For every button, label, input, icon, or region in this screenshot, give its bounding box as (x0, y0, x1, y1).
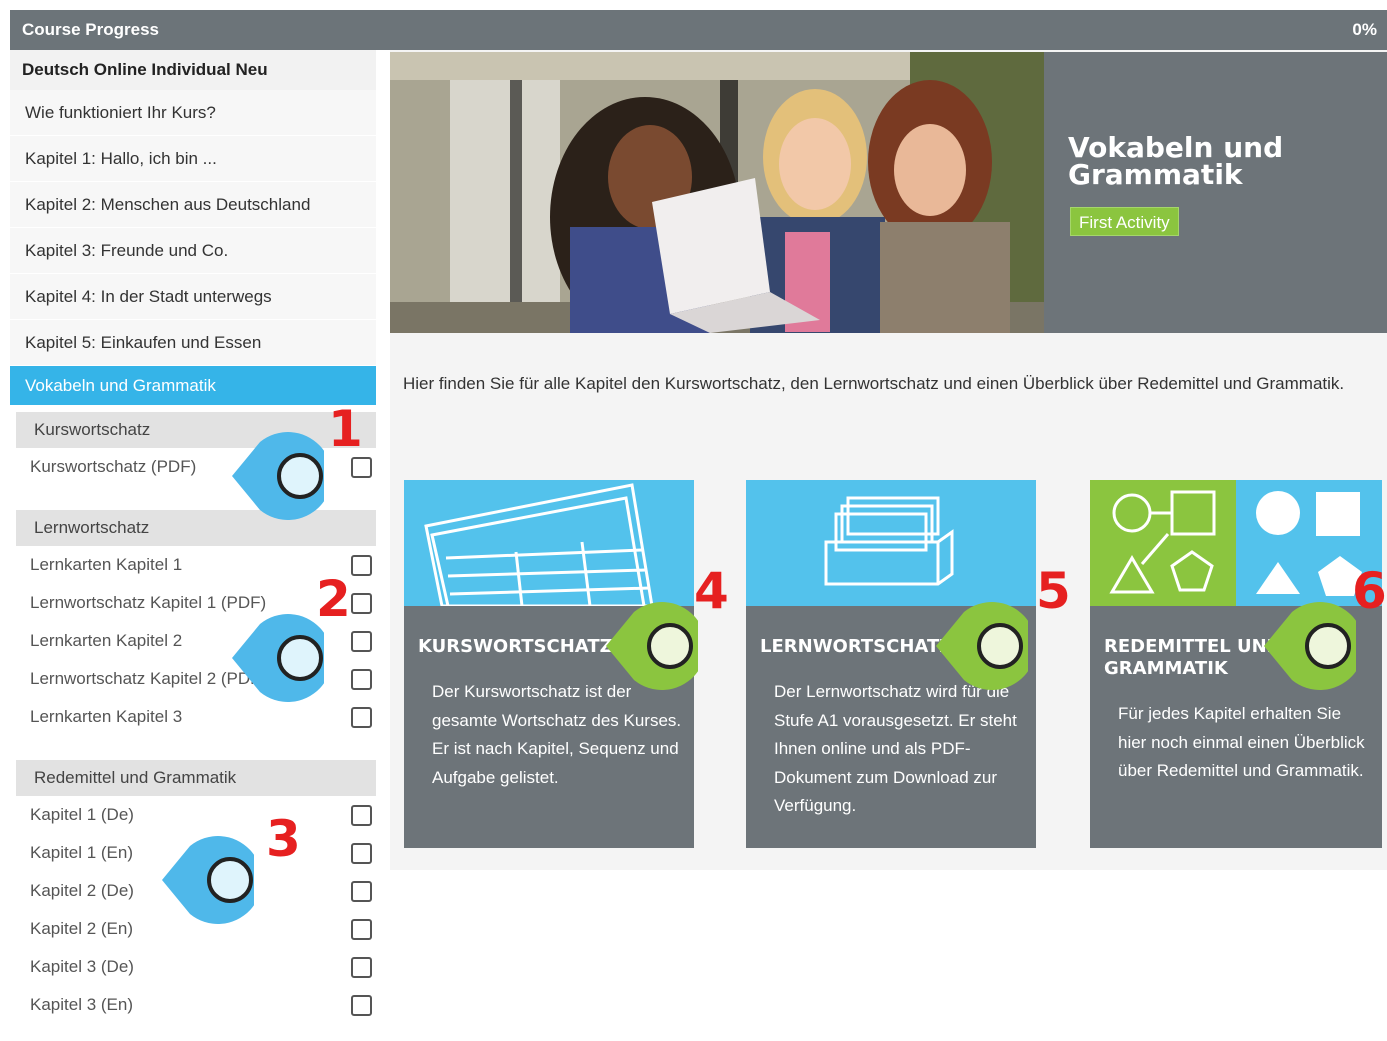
annotation-number: 3 (266, 810, 301, 868)
green-marker-icon (606, 602, 698, 690)
checkbox[interactable] (351, 707, 372, 728)
blue-marker-icon (162, 836, 254, 924)
green-marker-icon (936, 602, 1028, 690)
blue-marker-icon (232, 432, 324, 520)
list-item-label: Kapitel 2 (De) (30, 881, 134, 900)
checkbox[interactable] (351, 843, 372, 864)
sidebar-item-kapitel-2[interactable]: Kapitel 2: Menschen aus Deutschland (10, 182, 376, 228)
list-item[interactable]: Kapitel 1 (De) (10, 796, 376, 834)
card-title: KURSWORTSCHATZ (418, 636, 613, 657)
checkbox[interactable] (351, 593, 372, 614)
blue-marker-icon (232, 614, 324, 702)
sidebar-item-wie-funktioniert[interactable]: Wie funktioniert Ihr Kurs? (10, 90, 376, 136)
first-activity-button[interactable]: First Activity (1070, 207, 1179, 236)
checkbox[interactable] (351, 919, 372, 940)
students-photo (390, 52, 1044, 333)
list-item-label: Lernkarten Kapitel 2 (30, 631, 183, 650)
annotation-number: 1 (328, 400, 363, 458)
checkbox[interactable] (351, 669, 372, 690)
progress-percent: 0% (1352, 20, 1377, 39)
list-item-label: Lernwortschatz Kapitel 2 (PDF) (30, 669, 267, 688)
hero-panel: Vokabeln und Grammatik First Activity (1044, 52, 1387, 333)
list-item-label: Lernkarten Kapitel 3 (30, 707, 183, 726)
checkbox[interactable] (351, 457, 372, 478)
list-item-label: Kapitel 3 (De) (30, 957, 134, 976)
checkbox[interactable] (351, 957, 372, 978)
checkbox[interactable] (351, 631, 372, 652)
checkbox[interactable] (351, 881, 372, 902)
course-progress-bar: Course Progress 0% (10, 10, 1387, 50)
shapes-icon (1090, 480, 1362, 606)
list-item-label: Kurswortschatz (PDF) (30, 457, 197, 476)
annotation-number: 4 (694, 562, 729, 620)
annotation-number: 2 (316, 570, 351, 628)
sidebar-item-kapitel-4[interactable]: Kapitel 4: In der Stadt unterwegs (10, 274, 376, 320)
card-title: LERNWORTSCHATZ (760, 636, 953, 657)
list-item-label: Kapitel 1 (En) (30, 843, 133, 862)
card-box-icon (824, 496, 954, 586)
list-item-label: Lernkarten Kapitel 1 (30, 555, 183, 574)
card-image (1090, 480, 1382, 606)
checkbox[interactable] (351, 995, 372, 1016)
list-item-label: Kapitel 2 (En) (30, 919, 133, 938)
checkbox[interactable] (351, 555, 372, 576)
checkbox[interactable] (351, 805, 372, 826)
list-item[interactable]: Kapitel 3 (De) (10, 948, 376, 986)
document-icon (424, 483, 654, 606)
card-image (746, 480, 1036, 606)
annotation-number: 5 (1036, 562, 1071, 620)
progress-title: Course Progress (22, 20, 159, 39)
annotation-number: 6 (1352, 562, 1387, 620)
sidebar-item-kapitel-3[interactable]: Kapitel 3: Freunde und Co. (10, 228, 376, 274)
main-content: Vokabeln und Grammatik First Activity Hi… (390, 50, 1387, 870)
sidebar-item-kapitel-1[interactable]: Kapitel 1: Hallo, ich bin ... (10, 136, 376, 182)
sidebar-item-kapitel-5[interactable]: Kapitel 5: Einkaufen und Essen (10, 320, 376, 366)
hero-title: Vokabeln und Grammatik (1068, 131, 1284, 191)
list-item[interactable]: Kapitel 3 (En) (10, 986, 376, 1024)
course-title[interactable]: Deutsch Online Individual Neu (10, 50, 376, 90)
card-text: Der Lernwortschatz wird für die Stufe A1… (774, 682, 1017, 815)
card-image (404, 480, 694, 606)
section-redemittel-grammatik: Redemittel und Grammatik (16, 760, 376, 796)
green-marker-icon (1264, 602, 1356, 690)
sidebar-item-vokabeln-grammatik[interactable]: Vokabeln und Grammatik (10, 366, 376, 406)
list-item-label: Kapitel 1 (De) (30, 805, 134, 824)
list-item-label: Kapitel 3 (En) (30, 995, 133, 1014)
card-text: Der Kurswortschatz ist der gesamte Worts… (432, 682, 682, 787)
intro-text: Hier finden Sie für alle Kapitel den Kur… (403, 374, 1345, 393)
hero-banner: Vokabeln und Grammatik First Activity (390, 52, 1387, 333)
list-item-label: Lernwortschatz Kapitel 1 (PDF) (30, 593, 267, 612)
card-text: Für jedes Kapitel erhalten Sie hier noch… (1118, 704, 1365, 780)
